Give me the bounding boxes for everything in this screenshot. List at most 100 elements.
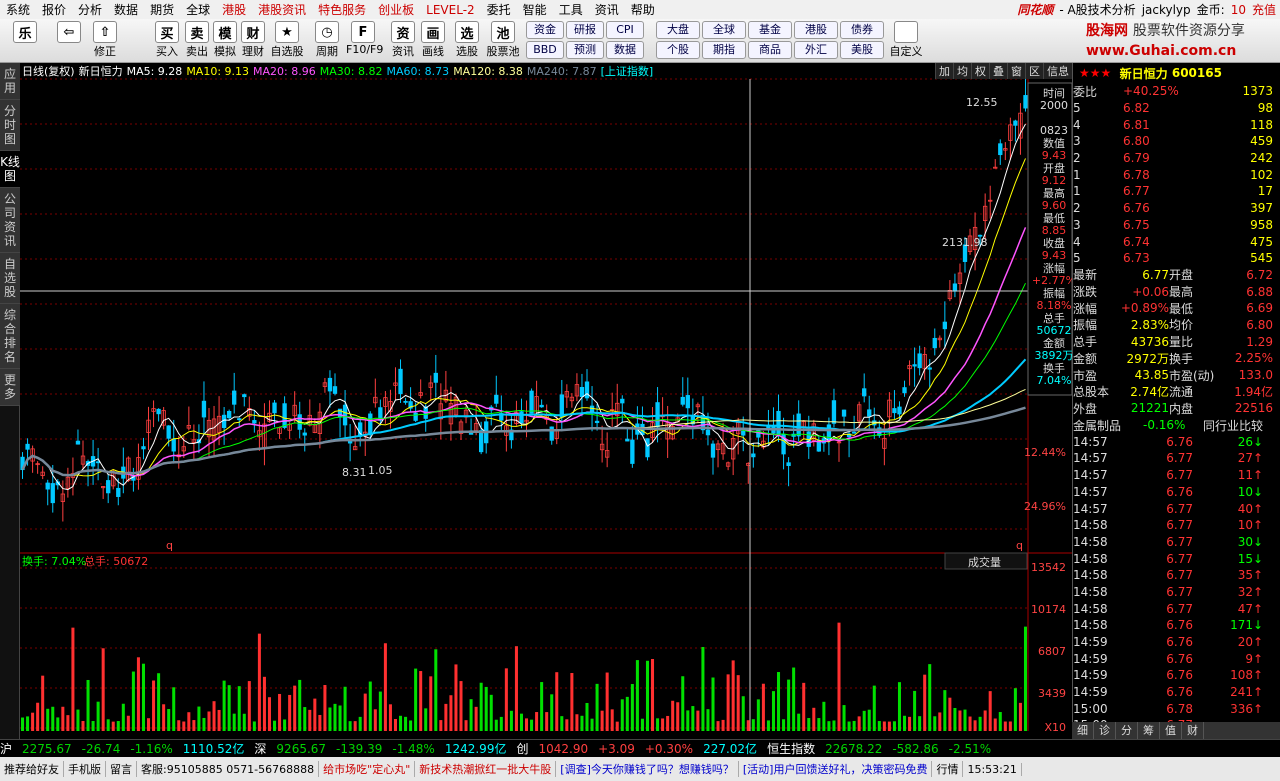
menu-item[interactable]: 资讯 [589, 1, 625, 18]
chart-tool-button[interactable]: 加 [935, 63, 953, 79]
arrow-down-icon: ↓ [1253, 618, 1264, 633]
quote-tab[interactable]: 诊 [1094, 722, 1116, 739]
custom-button[interactable]: 自定义 [886, 21, 926, 61]
sell-level: 1 [1073, 167, 1081, 182]
volume-bar [439, 720, 443, 731]
grid-button[interactable]: 港股 [794, 21, 838, 39]
candle-body [912, 364, 917, 367]
quote-tab[interactable]: 分 [1116, 722, 1138, 739]
volume-bar [887, 721, 891, 731]
footer-item[interactable]: 留言 [106, 761, 137, 777]
toolbar-button[interactable]: 画画线 [416, 21, 450, 61]
menu-item[interactable]: 分析 [72, 1, 108, 18]
volume-bar [1018, 702, 1022, 731]
grid-button[interactable]: 大盘 [656, 21, 700, 39]
recharge-link[interactable]: 充值 [1252, 1, 1276, 18]
toolbar-button[interactable]: 买买入 [150, 21, 184, 61]
menu-item[interactable]: 数据 [108, 1, 144, 18]
volume-bar [484, 686, 488, 731]
grid-button[interactable]: BBD [526, 41, 564, 59]
volume-bar [26, 716, 30, 731]
chart-tool-button[interactable]: 权 [971, 63, 989, 79]
grid-button[interactable]: 研报 [566, 21, 604, 39]
quote-tab[interactable]: 筹 [1138, 722, 1160, 739]
kline-chart[interactable]: 12.55 2131.98 8.31 1.05 12.44% 24.96% q q 换手: 7.… [20, 63, 1072, 739]
grid-button[interactable]: 期指 [702, 41, 746, 59]
toolbar-button[interactable]: 池股票池 [486, 21, 520, 61]
grid-button[interactable]: 全球 [702, 21, 746, 39]
overlay-index[interactable]: [上证指数] [601, 63, 654, 79]
side-tab[interactable]: 综合排名 [0, 304, 20, 369]
menu-item[interactable]: 期货 [144, 1, 180, 18]
footer-item[interactable]: 客服:95105885 0571-56768888 [137, 761, 320, 777]
toolbar-button[interactable]: ★ 自选股 [270, 21, 304, 61]
grid-button[interactable]: 债券 [840, 21, 884, 39]
period-label[interactable]: 日线(复权) [22, 63, 75, 79]
toolbar-button[interactable]: F F10/F9 [346, 21, 383, 61]
chart-tool-button[interactable]: 窗 [1007, 63, 1025, 79]
footer-item[interactable]: [调查]今天你赚钱了吗？想赚钱吗？ [556, 761, 739, 777]
footer-item[interactable]: 新技术热潮掀红一批大牛股 [415, 761, 557, 777]
volume-bar [1013, 688, 1017, 731]
candle-body [226, 410, 232, 419]
stat-value: 6.72 [1246, 267, 1273, 282]
footer-item[interactable]: 15:53:21 [963, 762, 1022, 776]
menu-item[interactable]: 系统 [0, 1, 36, 18]
quote-tab[interactable]: 值 [1160, 722, 1182, 739]
toolbar-button[interactable]: ◷ 周期 [310, 21, 344, 61]
side-tab[interactable]: K线图 [0, 151, 20, 188]
footer-item[interactable]: 行情 [932, 761, 964, 777]
toolbar-button[interactable]: ⇦ [52, 21, 86, 61]
grid-button[interactable]: 美股 [840, 41, 884, 59]
grid-button[interactable]: 数据 [606, 41, 644, 59]
footer-item[interactable]: 给市场吃"定心丸" [319, 761, 416, 777]
chart-tool-button[interactable]: 信息 [1043, 63, 1072, 79]
chart-tool-button[interactable]: 均 [953, 63, 971, 79]
toolbar-button[interactable]: 资资讯 [386, 21, 420, 61]
grid-button[interactable]: 外汇 [794, 41, 838, 59]
footer-item[interactable]: 推荐给好友 [0, 761, 64, 777]
volume-bar [278, 693, 282, 731]
grid-button[interactable]: 商品 [748, 41, 792, 59]
side-tab[interactable]: 更多 [0, 369, 20, 406]
grid-button[interactable]: 个股 [656, 41, 700, 59]
kline-area[interactable]: 12.55 2131.98 8.31 1.05 12.44% 24.96% q q 换手: 7.… [20, 63, 1072, 739]
tick-volume: 15 [1237, 551, 1253, 566]
menu-item[interactable]: 委托 [481, 1, 517, 18]
side-tab[interactable]: 分时图 [0, 100, 20, 151]
menu-item[interactable]: 特色服务 [312, 1, 372, 18]
menu-item[interactable]: 智能 [517, 1, 553, 18]
side-tab[interactable]: 自选股 [0, 253, 20, 304]
side-tab[interactable]: 公司资讯 [0, 188, 20, 253]
volume-bar [706, 709, 710, 731]
menu-item[interactable]: LEVEL-2 [420, 3, 481, 17]
grid-button[interactable]: 资金 [526, 21, 564, 39]
toolbar-button[interactable]: 乐 [8, 21, 42, 61]
side-tab[interactable]: 应用 [0, 63, 20, 100]
chart-tool-button[interactable]: 叠 [989, 63, 1007, 79]
footer-item[interactable]: [活动]用户回馈送好礼，决策密码免费 [739, 761, 933, 777]
volume-bar [908, 716, 912, 731]
menu-item[interactable]: 报价 [36, 1, 72, 18]
footer-item[interactable]: 手机版 [64, 761, 106, 777]
menu-item[interactable]: 港股 [216, 1, 252, 18]
volume-bar [192, 720, 196, 731]
menu-item[interactable]: 创业板 [372, 1, 420, 18]
user-name[interactable]: jackylyp [1142, 3, 1191, 17]
grid-button[interactable]: CPI [606, 21, 644, 39]
grid-button[interactable]: 预测 [566, 41, 604, 59]
grid-button[interactable]: 基金 [748, 21, 792, 39]
chart-tool-button[interactable]: 区 [1025, 63, 1043, 79]
menu-item[interactable]: 港股资讯 [252, 1, 312, 18]
menu-item[interactable]: 帮助 [625, 1, 661, 18]
toolbar-button[interactable]: ⇧ 修正 [88, 21, 122, 61]
volume-bar [847, 721, 851, 731]
buy-row: 1 6.77 17 [1073, 183, 1280, 200]
menu-item[interactable]: 工具 [553, 1, 589, 18]
toolbar-button[interactable]: 财理财 [236, 21, 270, 61]
quote-tab[interactable]: 财 [1182, 722, 1204, 739]
menu-item[interactable]: 全球 [180, 1, 216, 18]
toolbar-button[interactable]: 选选股 [450, 21, 484, 61]
candle-body [221, 414, 227, 428]
quote-tab[interactable]: 细 [1072, 722, 1094, 739]
